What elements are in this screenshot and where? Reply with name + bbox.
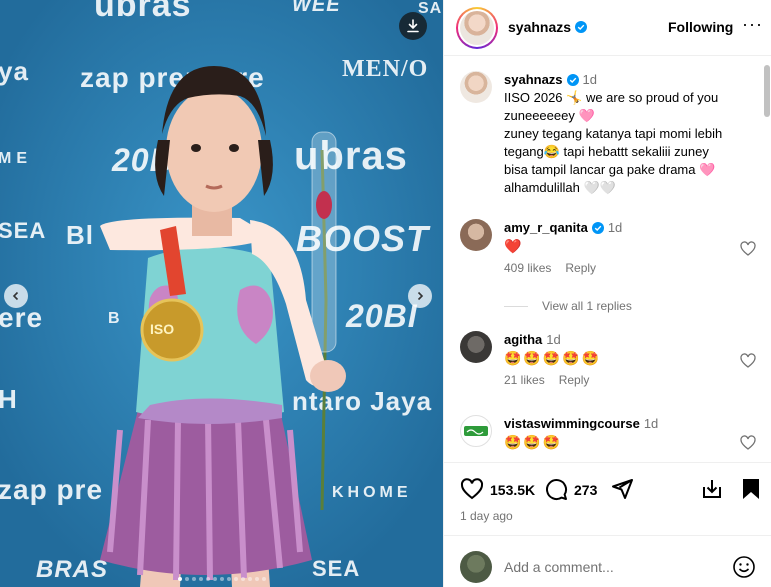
carousel-indicator [0,577,443,581]
caption: syahnazs 1d IISO 2026 🤸 we are so proud … [460,71,756,221]
like-count[interactable]: 153.5K [490,482,535,498]
comment-text: 🤩🤩🤩🤩🤩 [504,350,602,366]
comment: vistaswimmingcourse 1d 🤩🤩🤩 [460,415,756,457]
carousel-dot [226,577,231,581]
like-comment-heart-icon[interactable] [740,353,756,369]
verified-badge-icon [575,21,588,33]
like-heart-icon[interactable] [460,477,484,501]
carousel-dot [205,577,210,581]
carousel-dot [219,577,224,581]
verified-badge-icon [566,74,579,86]
scrollbar[interactable] [764,65,770,117]
chevron-left-icon [12,291,19,301]
chevron-right-icon [417,291,424,301]
replies-divider [504,305,528,307]
post-header: syahnazs Following ··· [444,0,771,56]
add-comment-bar [444,535,771,587]
carousel-dot [184,577,189,581]
comment-time: 1d [546,332,561,347]
author-avatar[interactable] [456,7,498,49]
more-options-icon[interactable]: ··· [742,14,763,35]
carousel-dot [261,577,266,581]
comment-text: ❤️ [504,238,524,254]
view-replies-link[interactable]: View all 1 replies [504,299,632,313]
comment-text: 🤩🤩🤩 [504,434,563,450]
comment-time: 1d [607,220,623,235]
download-button[interactable] [399,12,427,40]
comment-count[interactable]: 273 [574,482,597,498]
verified-badge-icon [591,222,604,234]
emoji-smiley-icon[interactable] [732,555,756,579]
avatar[interactable] [460,415,492,447]
carousel-dot [198,577,203,581]
bookmark-icon[interactable] [740,477,762,501]
viewer-avatar [460,551,492,583]
comments-list[interactable]: syahnazs 1d IISO 2026 🤸 we are so proud … [444,57,771,457]
caption-text: IISO 2026 🤸 we are so proud of you zunee… [504,90,723,195]
comment: agitha 1d 🤩🤩🤩🤩🤩 21 likes Reply [460,331,756,401]
comment-likes[interactable]: 21 likes [504,373,545,387]
carousel-dot [191,577,196,581]
avatar[interactable] [460,71,492,103]
carousel-dot [240,577,245,581]
following-button[interactable]: Following [668,19,733,35]
medal-text: ISO [150,321,174,337]
save-download-icon[interactable] [700,477,724,501]
carousel-dot [212,577,217,581]
avatar[interactable] [460,331,492,363]
post-timestamp[interactable]: 1 day ago [460,509,513,523]
gymnast-photo: ISO [100,66,346,587]
like-comment-heart-icon[interactable] [740,435,756,451]
comment-username[interactable]: agitha [504,331,542,349]
download-icon [407,19,419,33]
post-modal: ubras WEE SA ya zap premiere MEN/O ME 20… [0,0,771,587]
like-comment-heart-icon[interactable] [740,241,756,257]
caption-time: 1d [582,72,598,87]
reply-button[interactable]: Reply [559,373,590,387]
author-username[interactable]: syahnazs [508,19,588,35]
carousel-dot [254,577,259,581]
post-details-panel: syahnazs Following ··· syahnazs 1d IISO … [443,0,771,587]
previous-image-button[interactable] [4,284,28,308]
carousel-dot [233,577,238,581]
caption-username[interactable]: syahnazs [504,71,579,89]
next-image-button[interactable] [408,284,432,308]
comment-likes[interactable]: 409 likes [504,261,551,275]
comment-time: 1d [643,416,659,431]
comment-username[interactable]: vistaswimmingcourse [504,415,640,433]
reply-button[interactable]: Reply [565,261,596,275]
comment-bubble-icon[interactable] [544,477,568,501]
carousel-dot [247,577,252,581]
post-media[interactable]: ubras WEE SA ya zap premiere MEN/O ME 20… [0,0,443,587]
comment-input[interactable] [504,556,724,578]
carousel-dot [177,577,182,581]
vista-logo-icon [464,426,488,436]
share-paper-plane-icon[interactable] [610,477,634,501]
comment-username[interactable]: amy_r_qanita [504,219,604,237]
comment: amy_r_qanita 1d ❤️ 409 likes Reply [460,219,756,289]
avatar[interactable] [460,219,492,251]
